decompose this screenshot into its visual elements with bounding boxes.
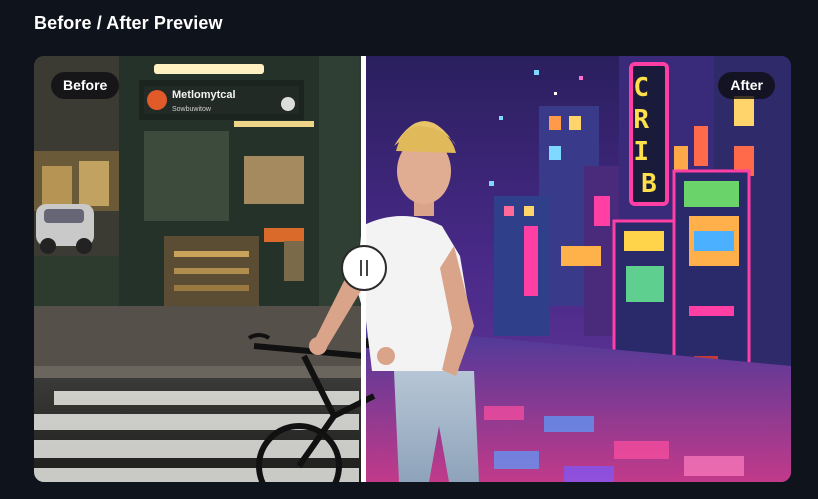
slider-handle[interactable] (341, 245, 387, 291)
subway-sign-subtext: Sowbuwitow (172, 106, 212, 113)
drag-grip-icon (360, 260, 362, 276)
after-label: After (718, 72, 775, 99)
before-after-comparison[interactable]: Metlomytcal Sowbuwitow C R I B Before Af… (34, 56, 791, 482)
page-title: Before / After Preview (34, 13, 223, 33)
before-scene: Metlomytcal Sowbuwitow (34, 56, 364, 482)
comparison-image: Metlomytcal Sowbuwitow C R I B (34, 56, 791, 482)
subway-sign-text: Metlomytcal (172, 89, 236, 101)
before-label: Before (51, 72, 120, 99)
drag-grip-icon (366, 260, 368, 276)
